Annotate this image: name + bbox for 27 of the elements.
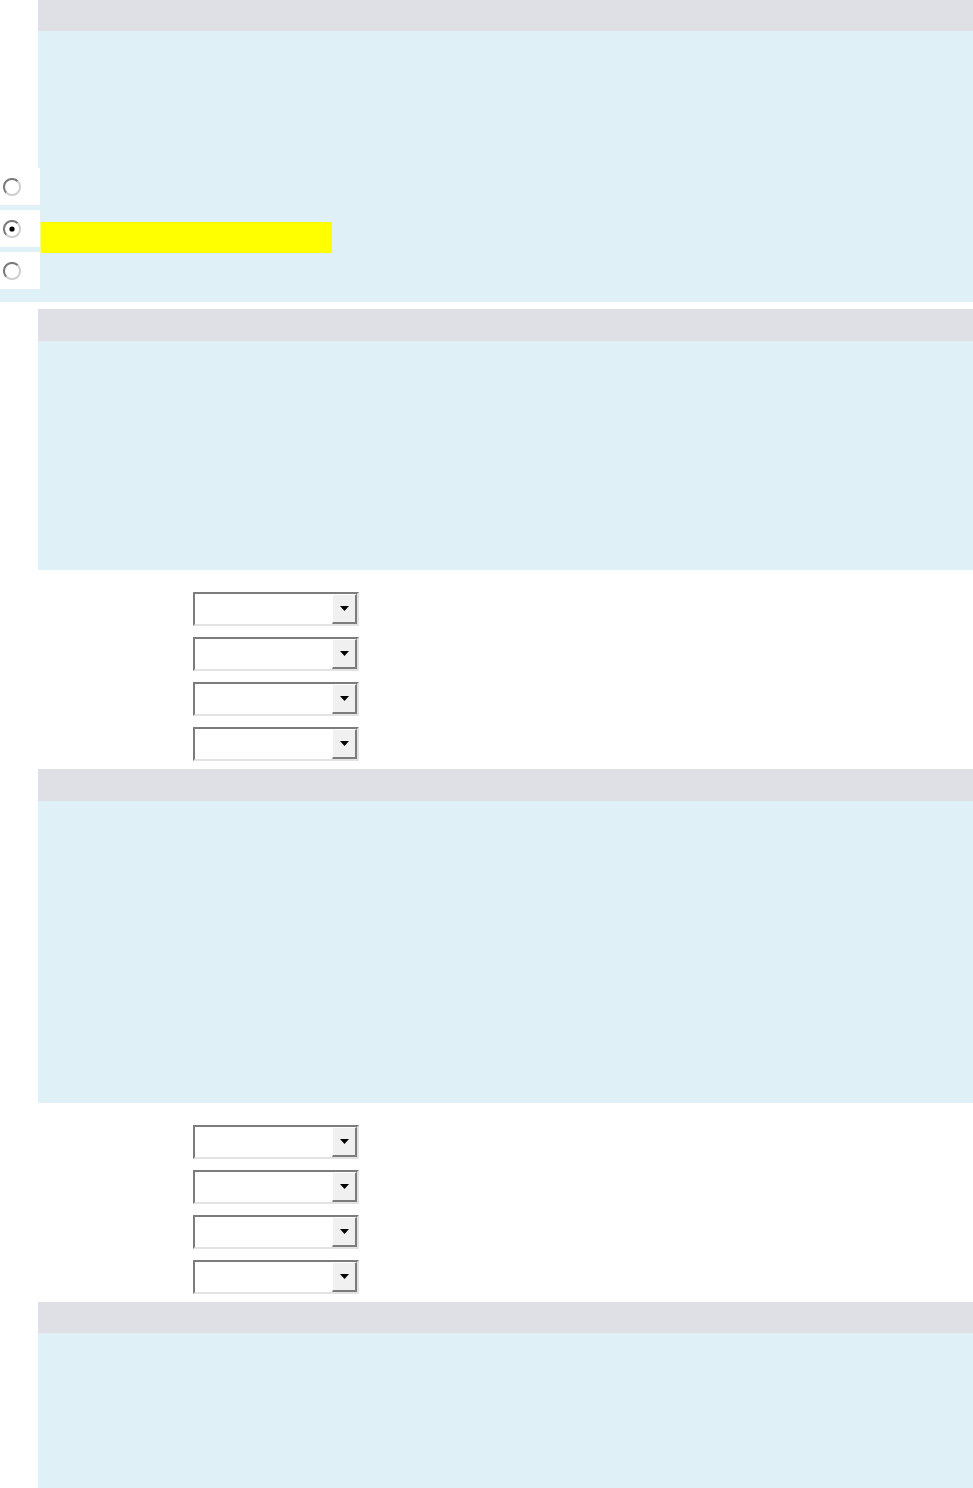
caret-icon: [339, 741, 349, 746]
caret-icon: [339, 1139, 349, 1144]
dropdown-field[interactable]: [193, 637, 359, 671]
dropdown-field[interactable]: [193, 1170, 359, 1204]
dropdown-field[interactable]: [193, 682, 359, 716]
dropdown-button[interactable]: [332, 1262, 357, 1292]
dropdown-field[interactable]: [193, 1125, 359, 1159]
radio-button[interactable]: [3, 219, 21, 238]
dropdown-field[interactable]: [193, 592, 359, 626]
dropdown-button[interactable]: [332, 684, 357, 714]
caret-icon: [339, 1229, 349, 1234]
dropdown-field[interactable]: [193, 1260, 359, 1294]
caret-icon: [339, 1274, 349, 1279]
caret-icon: [339, 606, 349, 611]
dropdown-button[interactable]: [332, 1217, 357, 1247]
caret-icon: [339, 651, 349, 656]
dropdown-button[interactable]: [332, 1172, 357, 1202]
dropdown-field[interactable]: [193, 727, 359, 761]
dropdown-field[interactable]: [193, 1215, 359, 1249]
caret-icon: [339, 696, 349, 701]
dropdown-button[interactable]: [332, 729, 357, 759]
caret-icon: [339, 1184, 349, 1189]
radio-button[interactable]: [3, 177, 21, 196]
radio-button[interactable]: [3, 261, 21, 280]
dropdown-button[interactable]: [332, 639, 357, 669]
dropdown-button[interactable]: [332, 1127, 357, 1157]
dropdown-button[interactable]: [332, 594, 357, 624]
